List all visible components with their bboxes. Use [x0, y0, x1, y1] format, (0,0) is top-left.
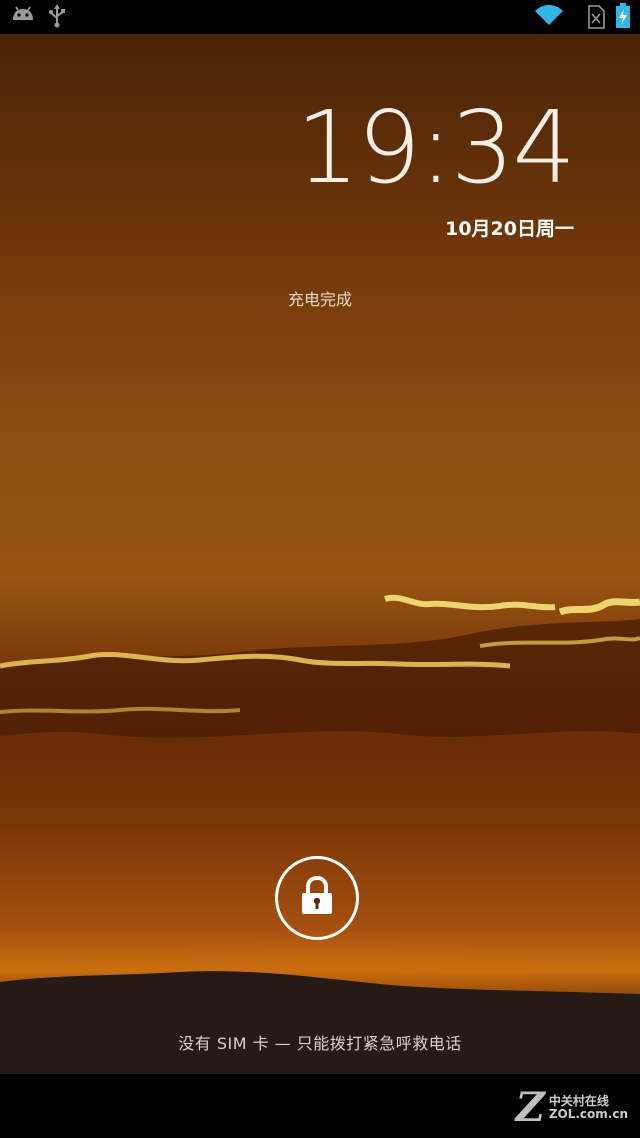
unlock-button[interactable]	[275, 856, 359, 940]
wifi-icon	[534, 3, 564, 31]
battery-charging-icon	[615, 3, 631, 33]
status-bar	[0, 0, 640, 34]
emergency-calls-only-text: 没有 SIM 卡 — 只能拨打紧急呼救电话	[178, 1034, 462, 1053]
zol-watermark: Z 中关村在线 ZOL.com.cn	[516, 1088, 628, 1128]
clock-time: 19:34	[295, 89, 576, 206]
charging-status: 充电完成	[287, 290, 352, 309]
clock-date: 10月20日周一	[445, 218, 574, 240]
no-sim-icon	[587, 5, 605, 33]
lock-icon	[300, 875, 334, 920]
android-debug-icon	[10, 4, 36, 30]
watermark-en: ZOL.com.cn	[548, 1107, 628, 1121]
zol-logo: Z	[515, 1084, 545, 1131]
usb-icon	[48, 4, 66, 32]
lock-screen: 19:34 10月20日周一 充电完成 没有 SIM 卡 — 只能拨打紧急呼救电…	[0, 0, 640, 1138]
